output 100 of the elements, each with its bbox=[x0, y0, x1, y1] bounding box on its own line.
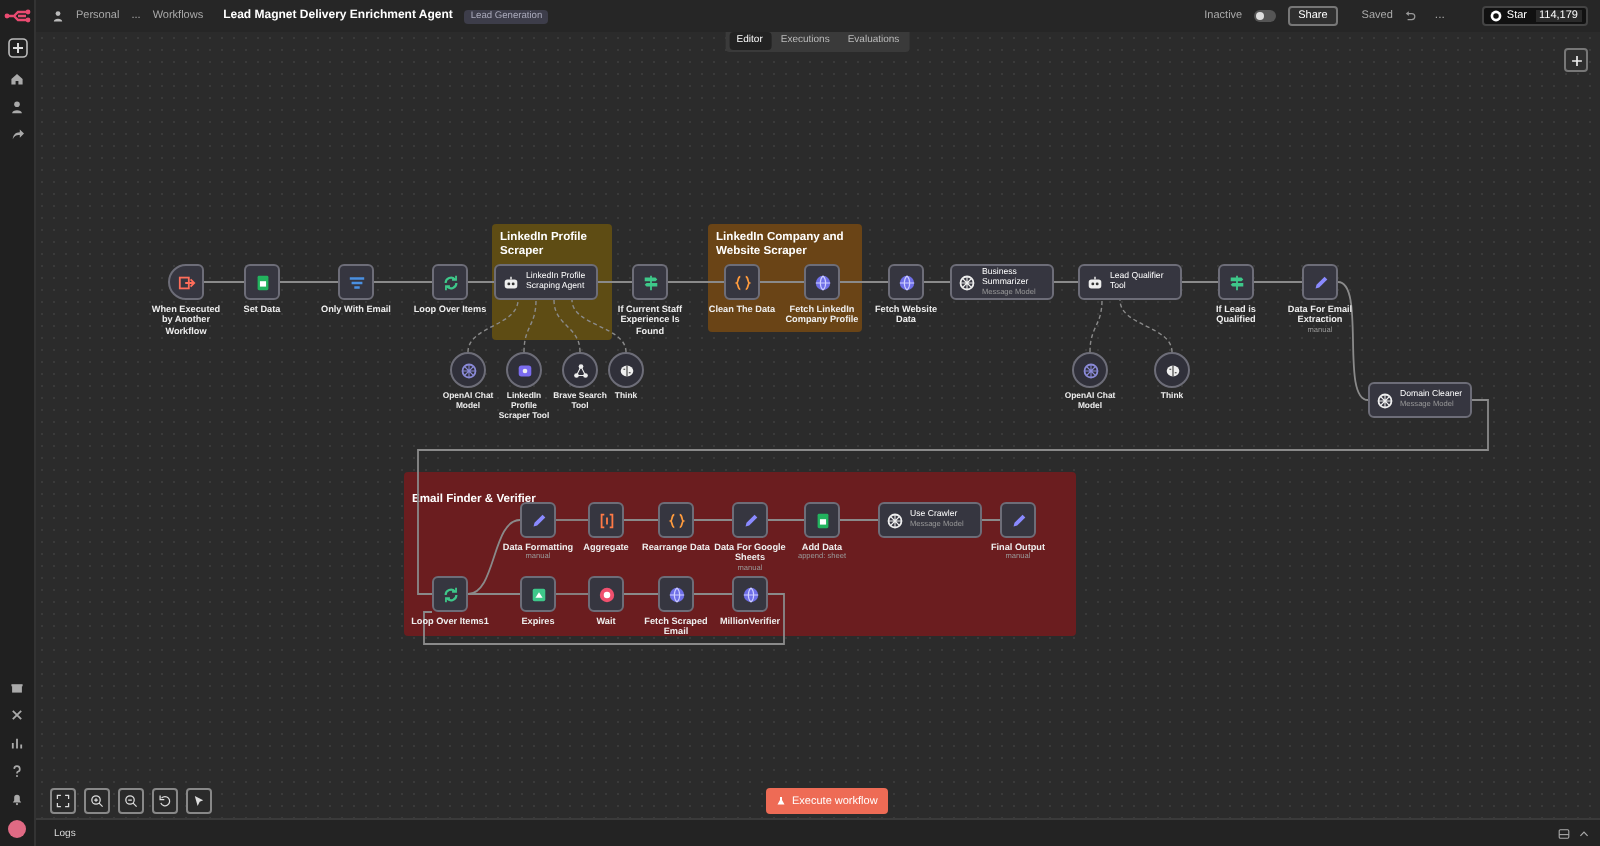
add-node-button[interactable] bbox=[1564, 48, 1588, 72]
network-icon bbox=[571, 361, 589, 379]
sparkle-icon bbox=[886, 511, 904, 529]
fit-icon bbox=[56, 794, 70, 808]
zoom-out-button[interactable] bbox=[118, 788, 144, 814]
workflow-node[interactable] bbox=[562, 352, 598, 388]
pencil-icon bbox=[1009, 511, 1027, 529]
branch-icon bbox=[1227, 273, 1245, 291]
braces-icon bbox=[733, 273, 751, 291]
workflow-node[interactable] bbox=[244, 264, 280, 300]
workflow-node[interactable] bbox=[168, 264, 204, 300]
chart-icon[interactable] bbox=[10, 736, 24, 750]
globe-icon bbox=[897, 273, 915, 291]
panel-icon[interactable] bbox=[1558, 827, 1570, 839]
stop-icon bbox=[597, 585, 615, 603]
tidy-up-button[interactable] bbox=[186, 788, 212, 814]
sparkle-icon bbox=[1081, 361, 1099, 379]
globe-icon bbox=[813, 273, 831, 291]
workflow-node[interactable] bbox=[632, 264, 668, 300]
connection-line bbox=[1119, 299, 1173, 353]
loop-icon bbox=[441, 273, 459, 291]
bell-icon[interactable] bbox=[10, 792, 24, 806]
workflow-node[interactable] bbox=[520, 576, 556, 612]
workflow-node[interactable] bbox=[1218, 264, 1254, 300]
sparkle-icon bbox=[1376, 391, 1394, 409]
globe-icon bbox=[667, 585, 685, 603]
pencil-icon bbox=[1311, 273, 1329, 291]
robot-icon bbox=[502, 273, 520, 291]
sheet-icon bbox=[253, 273, 271, 291]
workflow-node[interactable] bbox=[804, 502, 840, 538]
braces-icon bbox=[667, 511, 685, 529]
user-icon[interactable] bbox=[10, 100, 24, 114]
connection-line bbox=[467, 299, 519, 353]
cursor-icon bbox=[192, 794, 206, 808]
user-icon bbox=[52, 10, 64, 22]
workflow-node[interactable] bbox=[1000, 502, 1036, 538]
workflow-node[interactable] bbox=[658, 502, 694, 538]
undo-icon[interactable] bbox=[1404, 10, 1417, 22]
workflow-node[interactable] bbox=[1072, 352, 1108, 388]
zoom-out-icon bbox=[124, 794, 138, 808]
sheet-icon bbox=[813, 511, 831, 529]
workflow-node[interactable] bbox=[432, 576, 468, 612]
workflow-node[interactable] bbox=[588, 576, 624, 612]
flask-icon bbox=[776, 796, 786, 806]
add-icon[interactable] bbox=[7, 38, 27, 58]
workflow-node[interactable] bbox=[520, 502, 556, 538]
logo-icon[interactable] bbox=[3, 8, 31, 24]
workflow-node[interactable] bbox=[1154, 352, 1190, 388]
github-icon bbox=[1490, 10, 1503, 22]
user-avatar[interactable] bbox=[8, 820, 26, 838]
connection-line bbox=[839, 281, 889, 283]
workflow-node[interactable] bbox=[658, 576, 694, 612]
globe-icon bbox=[741, 585, 759, 603]
connection-line bbox=[203, 281, 245, 283]
connection-line bbox=[467, 281, 495, 283]
brackets-icon bbox=[597, 511, 615, 529]
workflow-node[interactable] bbox=[432, 264, 468, 300]
workflow-node[interactable] bbox=[732, 576, 768, 612]
arrow-icon bbox=[177, 273, 195, 291]
robot-icon bbox=[1086, 273, 1104, 291]
workflow-node[interactable] bbox=[608, 352, 644, 388]
workflow-node[interactable] bbox=[338, 264, 374, 300]
brain-icon bbox=[617, 361, 635, 379]
branch-icon bbox=[641, 273, 659, 291]
undo-icon bbox=[158, 794, 172, 808]
zoom-in-icon bbox=[90, 794, 104, 808]
home-icon[interactable] bbox=[10, 72, 24, 86]
gift-icon[interactable] bbox=[10, 680, 24, 694]
zoom-in-button[interactable] bbox=[84, 788, 110, 814]
connection-line bbox=[373, 281, 433, 283]
workflow-node[interactable] bbox=[804, 264, 840, 300]
connection-line bbox=[759, 281, 805, 283]
connection-line bbox=[1253, 281, 1303, 283]
connection-line bbox=[279, 281, 339, 283]
brain-icon bbox=[1163, 361, 1181, 379]
fit-view-button[interactable] bbox=[50, 788, 76, 814]
share-icon[interactable] bbox=[10, 128, 24, 142]
help-icon[interactable] bbox=[10, 764, 24, 778]
sparkle-icon bbox=[958, 273, 976, 291]
sparkle-icon bbox=[459, 361, 477, 379]
pencil-icon bbox=[529, 511, 547, 529]
workflow-node[interactable] bbox=[724, 264, 760, 300]
filter-icon bbox=[347, 273, 365, 291]
workflow-node[interactable] bbox=[450, 352, 486, 388]
connection-line bbox=[1053, 281, 1079, 283]
connection-line bbox=[597, 281, 633, 283]
workflow-node[interactable] bbox=[732, 502, 768, 538]
form-icon bbox=[529, 585, 547, 603]
pencil-icon bbox=[741, 511, 759, 529]
reset-zoom-button[interactable] bbox=[152, 788, 178, 814]
workflow-node[interactable] bbox=[888, 264, 924, 300]
workflow-node[interactable] bbox=[506, 352, 542, 388]
workflow-node[interactable] bbox=[1302, 264, 1338, 300]
tool-icon bbox=[515, 361, 533, 379]
workflow-node[interactable] bbox=[588, 502, 624, 538]
active-toggle[interactable] bbox=[1254, 10, 1277, 22]
add-icon bbox=[1569, 53, 1583, 67]
connection-line bbox=[667, 281, 725, 283]
connection-line bbox=[1089, 299, 1103, 353]
chevron-up-icon[interactable] bbox=[1578, 827, 1590, 839]
